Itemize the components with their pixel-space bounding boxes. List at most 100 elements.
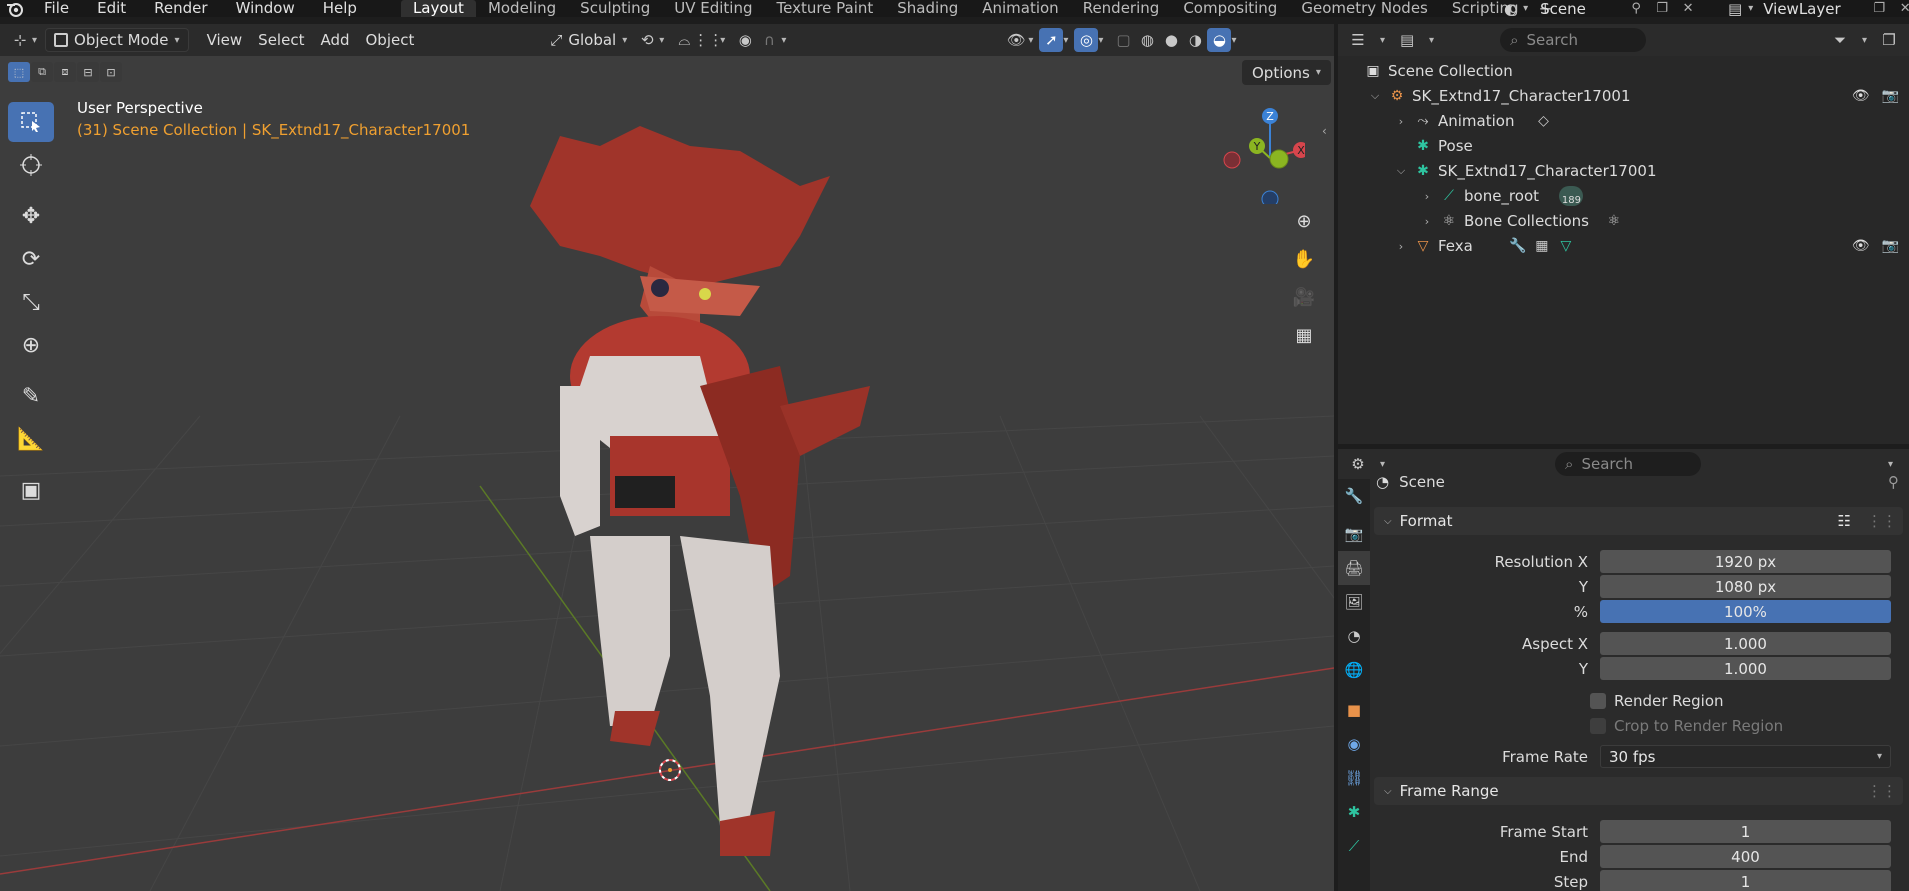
viewlayer-selector[interactable]: ▤ ▾ ViewLayer ❐ ✕ xyxy=(1728,0,1909,18)
collapse-arrow-icon[interactable]: ⌵ xyxy=(1368,89,1382,103)
drag-handle-icon[interactable]: ⋮⋮ xyxy=(1867,512,1897,530)
material-shading-icon[interactable]: ◑ xyxy=(1183,28,1207,52)
tab-bone-icon[interactable]: ⟋ xyxy=(1338,829,1370,863)
menu-add[interactable]: Add xyxy=(312,28,357,52)
collapse-arrow-icon[interactable]: ⌵ xyxy=(1394,164,1408,178)
select-intersect-icon[interactable]: ⊡ xyxy=(100,62,122,82)
outliner-row-mesh[interactable]: › ▽ Fexa 🔧 ▦ ▽ 👁 📷 xyxy=(1394,234,1909,258)
viewport-grid[interactable] xyxy=(0,56,1334,891)
select-subtract-icon[interactable]: ⧈ xyxy=(54,62,76,82)
outliner-row-animation[interactable]: › ⤳ Animation ◇ xyxy=(1394,109,1552,133)
menu-object[interactable]: Object xyxy=(358,28,423,52)
crop-region-row[interactable]: Crop to Render Region xyxy=(1590,714,1783,737)
add-cube-tool-icon[interactable]: ▣ xyxy=(8,470,54,510)
zoom-icon[interactable]: ⊕ xyxy=(1288,204,1320,238)
expand-arrow-icon[interactable]: › xyxy=(1420,190,1434,203)
pivot-icon[interactable]: ⟲ xyxy=(635,28,659,52)
navigation-gizmo[interactable]: Z X Y xyxy=(1215,104,1305,204)
tab-geometry-nodes[interactable]: Geometry Nodes xyxy=(1289,0,1440,17)
transform-tool-icon[interactable]: ⊕ xyxy=(8,325,54,365)
tab-physics-icon[interactable]: ◉ xyxy=(1338,727,1370,761)
tab-armature-data-icon[interactable]: ✱ xyxy=(1338,795,1370,829)
tab-world-icon[interactable]: 🌐 xyxy=(1338,653,1370,687)
render-region-checkbox[interactable] xyxy=(1590,692,1606,709)
close-scene-icon[interactable]: ✕ xyxy=(1678,0,1698,17)
outliner-row-scene-collection[interactable]: ▣ Scene Collection xyxy=(1364,59,1512,83)
camera-icon[interactable]: 📷 xyxy=(1882,238,1899,254)
pin-context-icon[interactable]: ⚲ xyxy=(1888,473,1899,491)
select-new-icon[interactable]: ⬚ xyxy=(8,62,30,82)
outliner-row-armature[interactable]: ⌵ ⚙ SK_Extnd17_Character17001 👁 📷 xyxy=(1368,84,1909,108)
copy-scene-icon[interactable]: ❐ xyxy=(1652,0,1672,17)
tab-tool-icon[interactable]: 🔧 xyxy=(1338,479,1370,513)
menu-help[interactable]: Help xyxy=(309,0,371,17)
editor-type-icon[interactable]: ⊹ xyxy=(8,28,32,52)
tab-compositing[interactable]: Compositing xyxy=(1171,0,1289,17)
measure-tool-icon[interactable]: 📐 xyxy=(8,419,54,459)
camera-icon[interactable]: 📷 xyxy=(1882,88,1899,104)
tab-render-icon[interactable]: 📷 xyxy=(1338,517,1370,551)
format-panel-header[interactable]: ⌵ Format ☷ ⋮⋮ xyxy=(1374,507,1903,535)
display-mode-icon[interactable]: ▤ xyxy=(1395,28,1419,52)
properties-search-input[interactable]: ⌕ Search xyxy=(1555,452,1702,476)
3d-viewport[interactable]: ⊹ ▾ Object Mode ▾ View Select Add Object… xyxy=(0,24,1334,891)
expand-arrow-icon[interactable]: › xyxy=(1394,240,1408,253)
tab-constraints-icon[interactable]: ⛓ xyxy=(1338,761,1370,795)
solid-shading-icon[interactable]: ● xyxy=(1159,28,1183,52)
new-collection-icon[interactable]: ❐ xyxy=(1877,28,1901,52)
menu-select[interactable]: Select xyxy=(250,28,312,52)
render-region-row[interactable]: Render Region xyxy=(1590,689,1724,712)
cursor-tool-icon[interactable] xyxy=(8,145,54,185)
rendered-shading-icon[interactable]: ◒ xyxy=(1207,28,1232,52)
camera-view-icon[interactable]: 🎥 xyxy=(1288,280,1320,314)
gizmo-toggle-icon[interactable]: ➚ xyxy=(1039,28,1064,52)
crop-region-checkbox[interactable] xyxy=(1590,717,1606,734)
outliner-editor-icon[interactable]: ☰ xyxy=(1346,28,1370,52)
expand-arrow-icon[interactable]: › xyxy=(1394,115,1408,128)
frame-step-field[interactable]: 1 xyxy=(1600,870,1891,891)
scale-tool-icon[interactable]: ⤡ xyxy=(8,282,54,322)
copy-viewlayer-icon[interactable]: ❐ xyxy=(1869,0,1889,17)
select-extend-icon[interactable]: ⧉ xyxy=(31,62,53,82)
frame-start-field[interactable]: 1 xyxy=(1600,820,1891,843)
wireframe-shading-icon[interactable]: ◍ xyxy=(1135,28,1159,52)
outliner-search-input[interactable]: ⌕ Search xyxy=(1500,28,1647,52)
tab-modeling[interactable]: Modeling xyxy=(476,0,568,17)
options-button[interactable]: Options ▾ xyxy=(1242,60,1331,85)
rotate-tool-icon[interactable]: ⟳ xyxy=(8,239,54,279)
tab-output-icon[interactable]: 🖨 xyxy=(1338,551,1370,585)
eye-icon[interactable]: 👁 xyxy=(1852,238,1870,254)
tab-animation[interactable]: Animation xyxy=(970,0,1070,17)
blender-logo-icon[interactable] xyxy=(0,0,30,17)
tab-object-icon[interactable]: ■ xyxy=(1338,693,1370,727)
aspect-x-field[interactable]: 1.000 xyxy=(1600,632,1891,655)
resolution-percent-slider[interactable]: 100% xyxy=(1600,600,1891,623)
pan-hand-icon[interactable]: ✋ xyxy=(1288,242,1320,276)
frame-range-panel-header[interactable]: ⌵ Frame Range ⋮⋮ xyxy=(1374,777,1903,805)
tab-view-layer-icon[interactable]: 🖼 xyxy=(1338,585,1370,619)
menu-window[interactable]: Window xyxy=(222,0,309,17)
tab-texture-paint[interactable]: Texture Paint xyxy=(764,0,885,17)
menu-edit[interactable]: Edit xyxy=(83,0,140,17)
tab-uv-editing[interactable]: UV Editing xyxy=(662,0,764,17)
filter-icon[interactable]: ⏷ xyxy=(1828,28,1852,52)
xray-icon[interactable]: ▢ xyxy=(1111,28,1135,52)
aspect-y-field[interactable]: 1.000 xyxy=(1600,657,1891,680)
properties-editor-icon[interactable]: ⚙ xyxy=(1346,452,1370,476)
scene-selector[interactable]: ◐ ▾ Scene ⚲ ❐ ✕ xyxy=(1504,0,1698,18)
drag-handle-icon[interactable]: ⋮⋮ xyxy=(1867,782,1897,800)
select-box-tool-icon[interactable] xyxy=(8,102,54,142)
tab-scene-icon[interactable]: ◔ xyxy=(1338,619,1370,653)
outliner-row-pose[interactable]: ✱ Pose xyxy=(1414,134,1473,158)
move-tool-icon[interactable]: ✥ xyxy=(8,196,54,236)
chevron-down-icon[interactable]: ▾ xyxy=(1888,459,1893,470)
resolution-x-field[interactable]: 1920 px xyxy=(1600,550,1891,573)
orientation-dropdown[interactable]: ⤢ Global ▾ xyxy=(542,28,635,52)
frame-rate-dropdown[interactable]: 30 fps ▾ xyxy=(1600,745,1891,768)
sidebar-toggle-icon[interactable]: ‹ xyxy=(1322,124,1327,138)
menu-file[interactable]: File xyxy=(30,0,83,17)
perspective-toggle-icon[interactable]: ▦ xyxy=(1288,318,1320,352)
close-viewlayer-icon[interactable]: ✕ xyxy=(1895,0,1909,17)
select-invert-icon[interactable]: ⊟ xyxy=(77,62,99,82)
tab-sculpting[interactable]: Sculpting xyxy=(568,0,662,17)
